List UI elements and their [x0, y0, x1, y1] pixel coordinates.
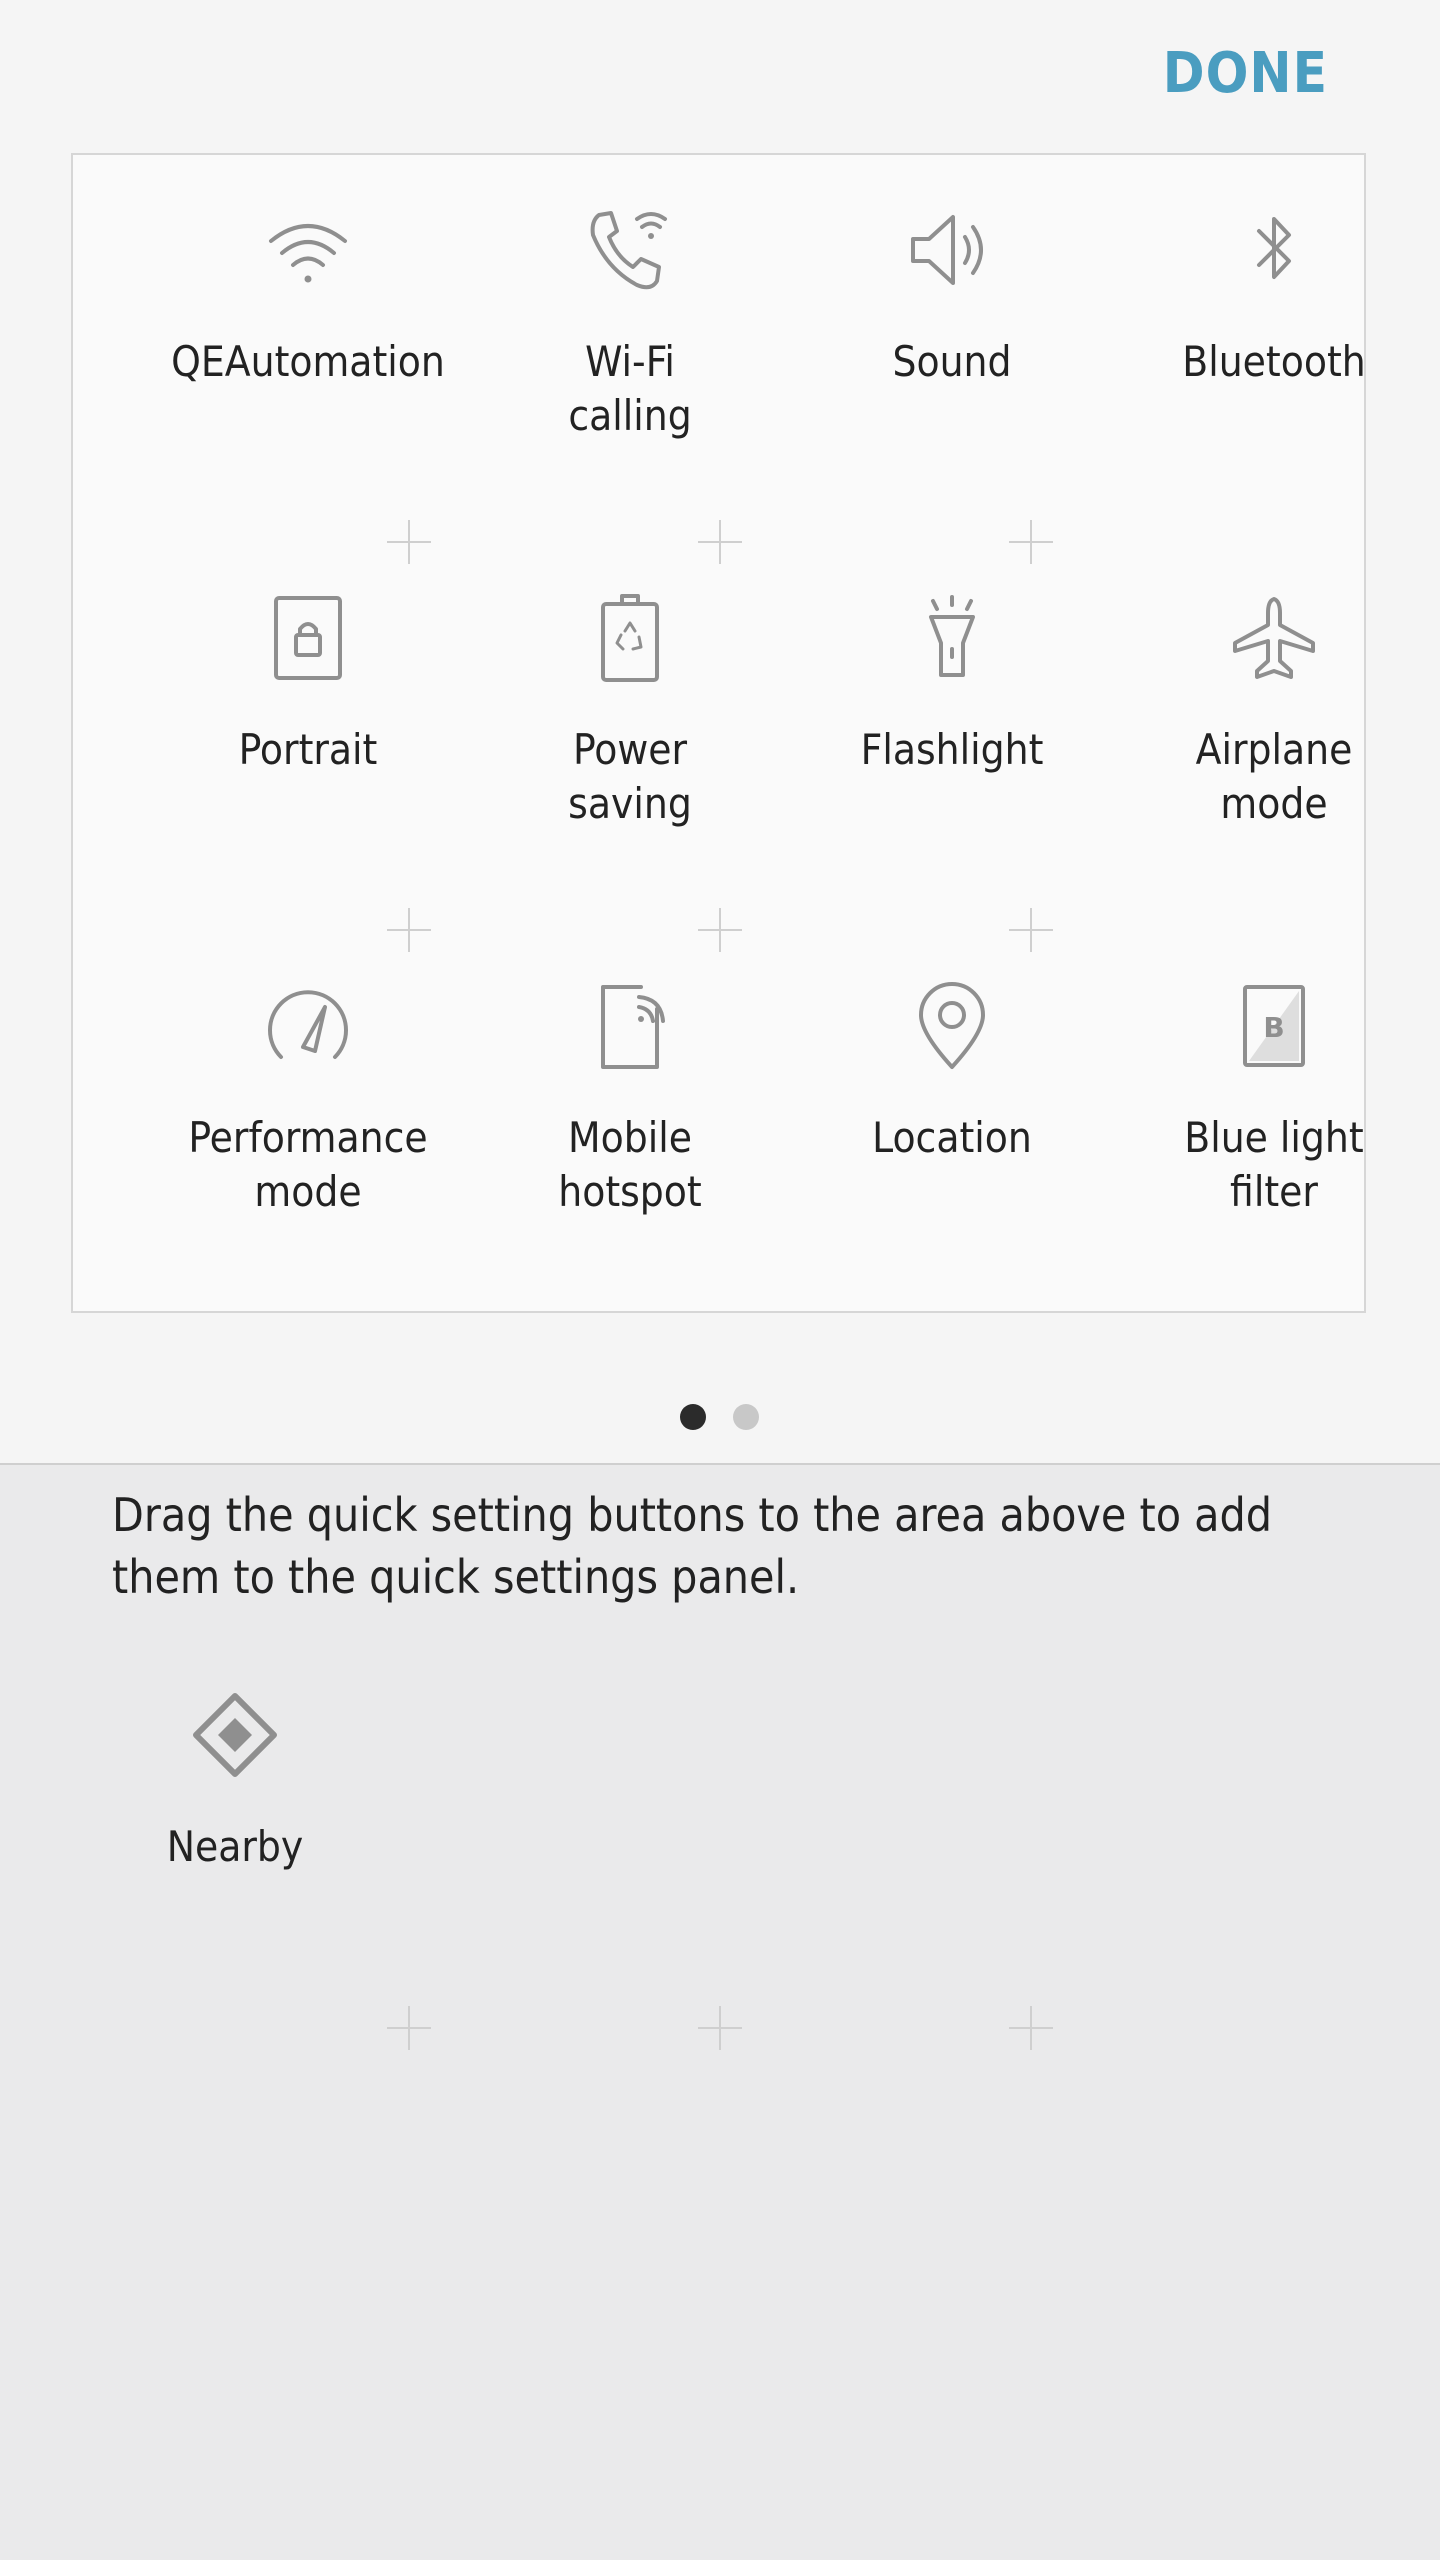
- bluetooth-icon: [1229, 205, 1319, 295]
- tile-sound[interactable]: Sound: [791, 205, 1113, 585]
- tile-bluetooth[interactable]: Bluetooth: [1113, 205, 1435, 585]
- flashlight-icon: [907, 593, 997, 683]
- tile-label: Sound: [892, 337, 1012, 386]
- airplane-icon: [1229, 593, 1319, 683]
- tile-label: Airplane mode: [1195, 725, 1353, 828]
- tile-performance-mode[interactable]: Performance mode: [147, 981, 469, 1361]
- page-indicator: [0, 1404, 1440, 1434]
- tile-label: Bluetooth: [1182, 337, 1366, 386]
- blue-light-filter-icon: B: [1229, 981, 1319, 1071]
- mobile-hotspot-icon: [585, 981, 675, 1071]
- tile-label: Power saving: [568, 725, 692, 828]
- tile-mobile-hotspot[interactable]: Mobile hotspot: [469, 981, 791, 1361]
- tile-label: Location: [872, 1113, 1032, 1162]
- tile-wifi-calling[interactable]: Wi-Fi calling: [469, 205, 791, 585]
- tile-blue-light-filter[interactable]: B Blue light filter: [1113, 981, 1435, 1361]
- tile-label: Flashlight: [860, 725, 1044, 774]
- instructions-text: Drag the quick setting buttons to the ar…: [112, 1488, 1273, 1604]
- drop-slot-marker: [387, 520, 431, 564]
- svg-text:B: B: [1263, 1011, 1284, 1044]
- drop-slot-marker: [698, 908, 742, 952]
- drop-slot-marker: [698, 520, 742, 564]
- speaker-icon: [907, 205, 997, 295]
- tile-label: Mobile hotspot: [558, 1113, 702, 1216]
- drop-slot-marker: [1009, 520, 1053, 564]
- tile-nearby[interactable]: Nearby: [74, 1690, 396, 2070]
- page-dot-2[interactable]: [733, 1404, 759, 1430]
- tile-location[interactable]: Location: [791, 981, 1113, 1361]
- tile-airplane-mode[interactable]: Airplane mode: [1113, 593, 1435, 973]
- tile-flashlight[interactable]: Flashlight: [791, 593, 1113, 973]
- tile-label: Blue light filter: [1184, 1113, 1364, 1216]
- tile-power-saving[interactable]: Power saving: [469, 593, 791, 973]
- location-pin-icon: [907, 981, 997, 1071]
- wifi-calling-icon: [585, 205, 675, 295]
- speedometer-icon: [263, 981, 353, 1071]
- drop-slot-marker: [1009, 2006, 1053, 2050]
- done-button[interactable]: DONE: [1163, 36, 1328, 112]
- tile-label: Nearby: [166, 1822, 304, 1871]
- drop-slot-marker: [387, 2006, 431, 2050]
- page-dot-1-active[interactable]: [680, 1404, 706, 1430]
- tile-label: Performance mode: [188, 1113, 428, 1216]
- power-saving-battery-icon: [585, 593, 675, 683]
- tile-label: Portrait: [238, 725, 378, 774]
- tile-label: Wi-Fi calling: [568, 337, 692, 440]
- tile-label: QEAutomation: [171, 337, 445, 386]
- wifi-icon: [263, 205, 353, 295]
- nearby-diamond-icon: [190, 1690, 280, 1780]
- drop-slot-marker: [698, 2006, 742, 2050]
- quick-settings-panel: QEAutomation Wi-Fi calling Sound Bluetoo…: [71, 153, 1366, 1313]
- drop-slot-marker: [387, 908, 431, 952]
- portrait-lock-icon: [263, 593, 353, 683]
- drop-slot-marker: [1009, 908, 1053, 952]
